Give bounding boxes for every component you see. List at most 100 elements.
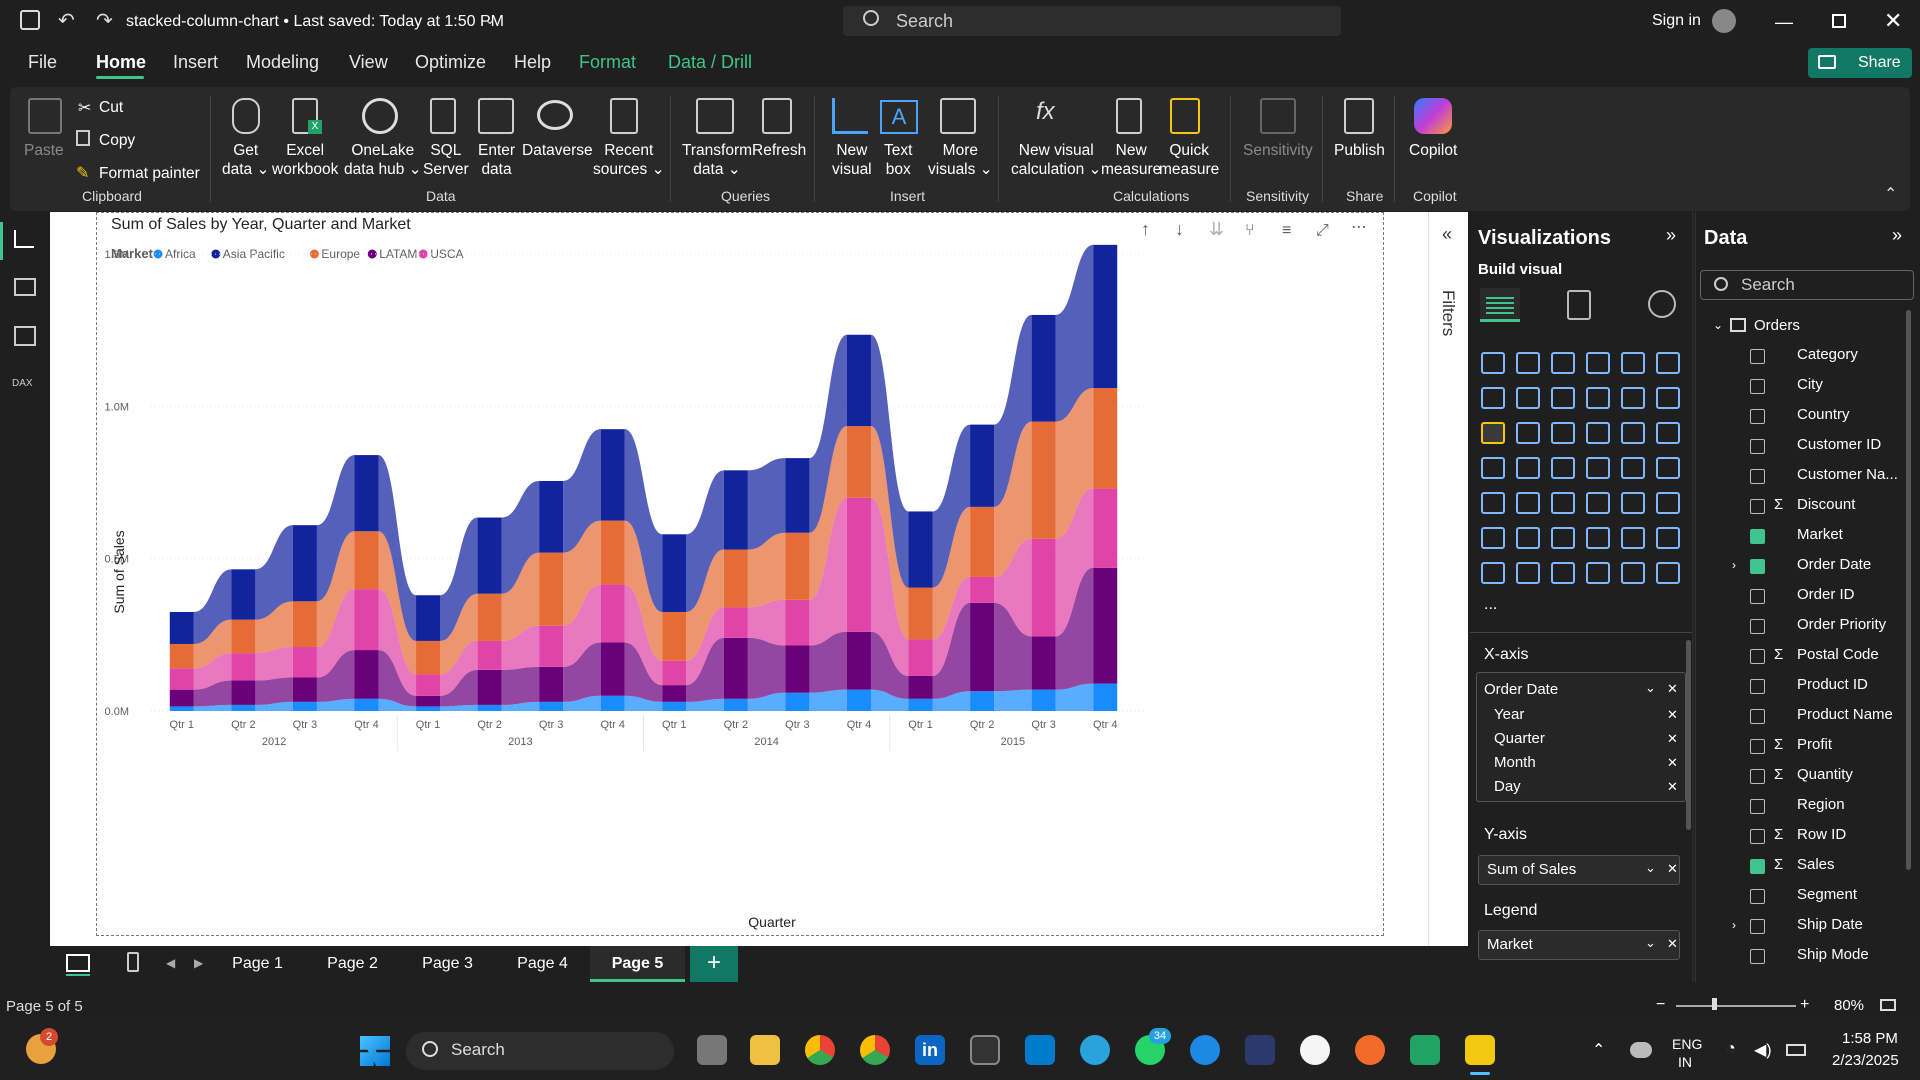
field-checkbox[interactable] xyxy=(1750,859,1765,874)
page-tab[interactable]: Page 2 xyxy=(305,946,400,982)
help-icon[interactable] xyxy=(1190,1035,1220,1065)
linkedin-icon[interactable]: in xyxy=(915,1035,945,1065)
field-item[interactable]: Segment xyxy=(1797,886,1857,903)
visual-type-icon[interactable] xyxy=(1656,457,1680,479)
mobile-layout-icon[interactable] xyxy=(127,952,139,972)
visual-type-icon[interactable] xyxy=(1516,387,1540,409)
menu-help[interactable]: Help xyxy=(514,52,551,73)
visual-type-icon[interactable] xyxy=(1656,352,1680,374)
menu-view[interactable]: View xyxy=(349,52,388,73)
field-item[interactable]: Ship Date xyxy=(1797,916,1863,933)
field-checkbox[interactable] xyxy=(1750,589,1765,604)
vscode-icon[interactable] xyxy=(1025,1035,1055,1065)
chevron-down-icon[interactable]: ⌄ xyxy=(1645,860,1656,876)
new-visual-button[interactable]: New visual xyxy=(832,141,872,179)
visual-type-icon[interactable] xyxy=(1516,352,1540,374)
visual-type-icon[interactable] xyxy=(1551,527,1575,549)
excel-workbook-button[interactable]: Excel workbook xyxy=(272,141,338,179)
field-item[interactable]: Region xyxy=(1797,796,1845,813)
volume-icon[interactable]: ◀) xyxy=(1754,1040,1772,1060)
zoom-out-button[interactable]: − xyxy=(1656,996,1665,1014)
field-checkbox[interactable] xyxy=(1750,769,1765,784)
visual-type-icon[interactable] xyxy=(1481,527,1505,549)
avatar[interactable] xyxy=(1712,9,1736,33)
field-item[interactable]: Customer Na... xyxy=(1797,466,1898,483)
x-axis-hierarchy-item[interactable]: Month xyxy=(1494,754,1536,771)
menu-insert[interactable]: Insert xyxy=(173,52,218,73)
next-page-icon[interactable]: ▶ xyxy=(194,956,203,970)
chevron-down-icon[interactable]: ⌄ xyxy=(1645,680,1656,696)
wifi-icon[interactable]: ◔ xyxy=(1726,1040,1736,1058)
data-search-input[interactable]: Search xyxy=(1700,270,1914,300)
page-tab[interactable]: Page 4 xyxy=(495,946,590,982)
visual-type-icon[interactable] xyxy=(1621,492,1645,514)
close-icon[interactable]: ✕ xyxy=(1884,8,1902,34)
visual-type-icon[interactable] xyxy=(1621,527,1645,549)
telegram-icon[interactable] xyxy=(1080,1035,1110,1065)
expand-filters-icon[interactable]: « xyxy=(1442,224,1452,245)
remove-field-icon[interactable]: ✕ xyxy=(1667,707,1678,723)
visual-type-icon[interactable] xyxy=(1586,422,1610,444)
visual-type-icon[interactable] xyxy=(1551,457,1575,479)
visual-type-icon[interactable] xyxy=(1516,422,1540,444)
remove-field-icon[interactable]: ✕ xyxy=(1667,936,1678,952)
visual-type-icon[interactable] xyxy=(1586,492,1610,514)
menu-format[interactable]: Format xyxy=(579,52,636,73)
battery-icon[interactable] xyxy=(1786,1044,1806,1056)
expand-all-icon[interactable]: ⇊ xyxy=(1209,219,1224,239)
field-checkbox[interactable] xyxy=(1750,379,1765,394)
collapse-viz-icon[interactable]: » xyxy=(1666,225,1676,246)
model-view-icon[interactable] xyxy=(14,326,36,346)
field-item[interactable]: Sales xyxy=(1797,856,1835,873)
chevron-down-icon[interactable]: ⌄ xyxy=(484,11,496,28)
zoom-slider[interactable] xyxy=(1676,1005,1796,1007)
visual-type-icon[interactable] xyxy=(1621,387,1645,409)
visual-type-icon[interactable] xyxy=(1621,352,1645,374)
visual-type-icon[interactable] xyxy=(1516,457,1540,479)
filters-label[interactable]: Filters xyxy=(1438,290,1458,336)
visual-type-icon[interactable] xyxy=(1656,387,1680,409)
visual-type-icon[interactable] xyxy=(1516,562,1540,584)
visual-type-icon[interactable] xyxy=(1481,422,1505,444)
field-checkbox[interactable] xyxy=(1750,439,1765,454)
field-checkbox[interactable] xyxy=(1750,739,1765,754)
terminal-icon[interactable] xyxy=(970,1035,1000,1065)
menu-file[interactable]: File xyxy=(28,52,57,73)
field-item[interactable]: Customer ID xyxy=(1797,436,1881,453)
new-visual-calculation-button[interactable]: New visual calculation ⌄ xyxy=(1011,141,1102,179)
field-item[interactable]: Product Name xyxy=(1797,706,1893,723)
visual-type-icon[interactable] xyxy=(1551,492,1575,514)
field-item[interactable]: Discount xyxy=(1797,496,1855,513)
visual-type-icon[interactable] xyxy=(1516,527,1540,549)
enter-data-button[interactable]: Enter data xyxy=(478,141,515,179)
field-checkbox[interactable] xyxy=(1750,619,1765,634)
visual-type-icon[interactable] xyxy=(1586,562,1610,584)
excel-icon[interactable] xyxy=(1410,1035,1440,1065)
publish-button[interactable]: Publish xyxy=(1334,141,1385,160)
visual-types-gallery[interactable] xyxy=(1481,352,1681,592)
field-item[interactable]: Country xyxy=(1797,406,1850,423)
visual-type-icon[interactable] xyxy=(1551,562,1575,584)
x-axis-hierarchy-item[interactable]: Day xyxy=(1494,778,1521,795)
visual-type-icon[interactable] xyxy=(1586,387,1610,409)
refresh-button[interactable]: Refresh xyxy=(752,141,806,160)
menu-modeling[interactable]: Modeling xyxy=(246,52,319,73)
page-tab[interactable]: Page 1 xyxy=(210,946,305,982)
zoom-in-button[interactable]: + xyxy=(1800,996,1809,1014)
drill-up-icon[interactable]: ↑ xyxy=(1141,219,1150,239)
filter-icon[interactable]: ≡ xyxy=(1282,222,1291,239)
scrollbar[interactable] xyxy=(1686,640,1691,830)
field-checkbox[interactable] xyxy=(1750,349,1765,364)
visual-type-icon[interactable] xyxy=(1551,387,1575,409)
visual-type-icon[interactable] xyxy=(1481,387,1505,409)
chevron-down-icon[interactable]: ⌄ xyxy=(1645,935,1656,951)
app-icon[interactable] xyxy=(1300,1035,1330,1065)
chrome-profile-icon[interactable] xyxy=(860,1035,890,1065)
visual-type-icon[interactable] xyxy=(1656,422,1680,444)
dax-query-icon[interactable]: DAX xyxy=(12,378,33,389)
chevron-down-icon[interactable]: ⌄ xyxy=(1713,318,1723,332)
get-data-button[interactable]: Get data ⌄ xyxy=(222,141,269,179)
quick-measure-button[interactable]: Quick measure xyxy=(1159,141,1219,179)
visual-type-icon[interactable] xyxy=(1516,492,1540,514)
field-item[interactable]: Market xyxy=(1797,526,1843,543)
